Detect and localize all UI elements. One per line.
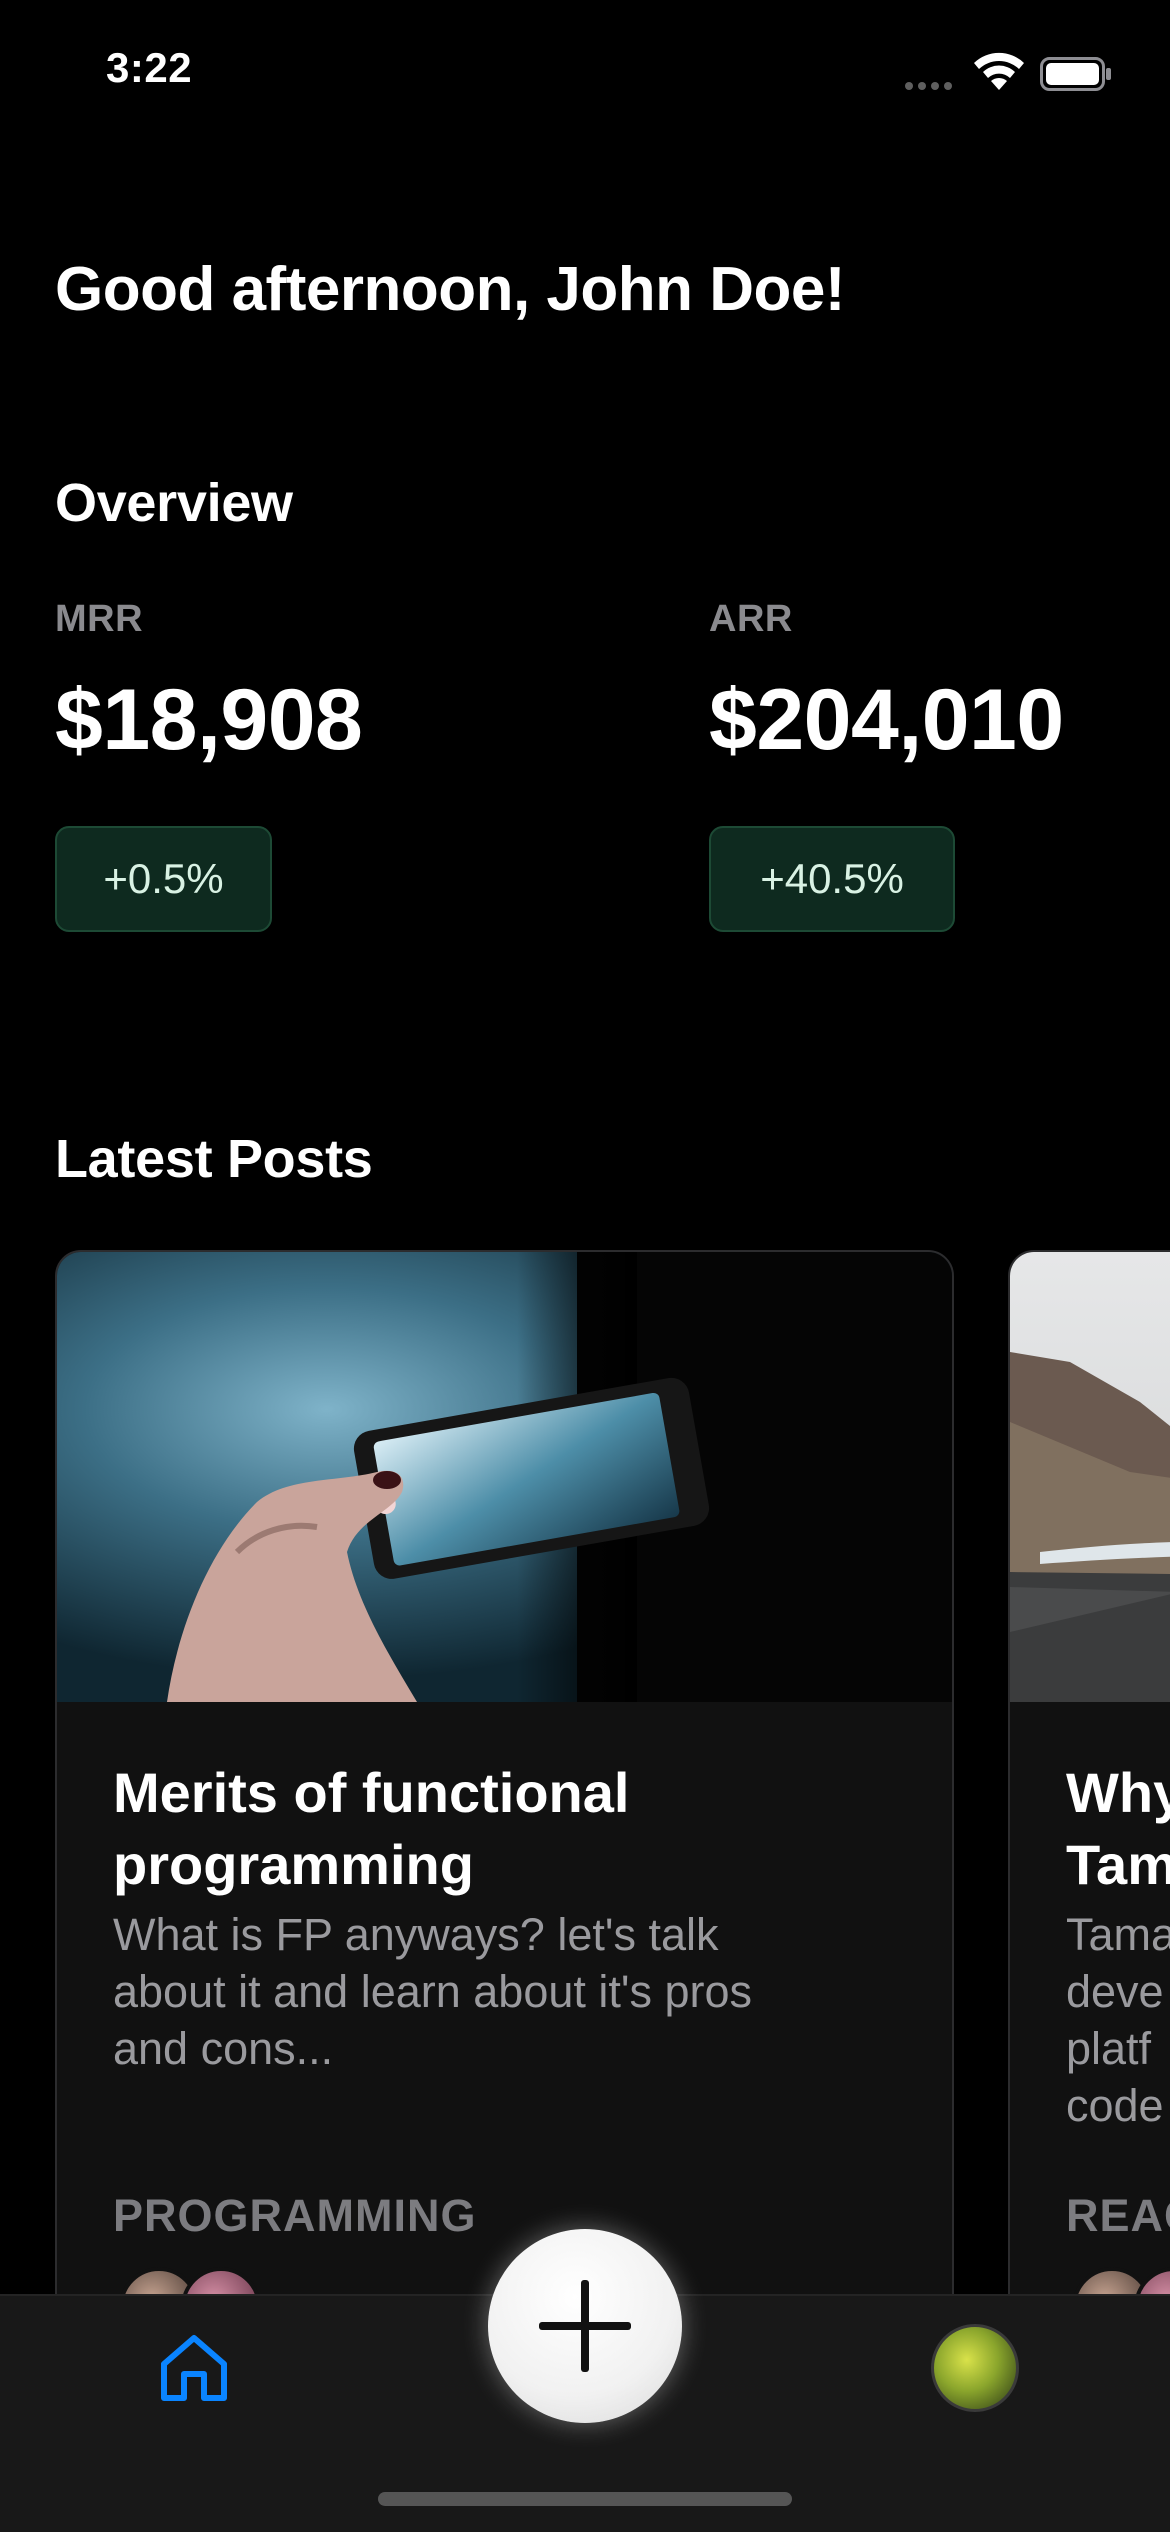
overview-title: Overview <box>55 473 293 533</box>
post-image-phone-photo <box>57 1252 952 1702</box>
status-time: 3:22 <box>106 44 193 91</box>
post-description: Tama deve platf code <box>1066 1909 1170 2131</box>
arr-value: $204,010 <box>709 672 1064 768</box>
post-title: Why Tam <box>1066 1761 1170 1896</box>
greeting-title: Good afternoon, John Doe! <box>55 255 846 324</box>
arr-label: ARR <box>709 598 793 640</box>
mrr-value: $18,908 <box>55 672 363 768</box>
home-icon[interactable] <box>158 2332 230 2404</box>
plus-icon <box>539 2280 631 2372</box>
mrr-metric: MRR $18,908 <box>55 598 363 770</box>
post-image-landscape-photo <box>1010 1252 1170 1702</box>
post-category-tag: REAC <box>1066 2190 1170 2241</box>
profile-avatar-tab[interactable] <box>931 2324 1019 2412</box>
screen: 3:22 Good afternoon, John Doe! Overview … <box>0 0 1170 2532</box>
home-indicator <box>378 2492 792 2506</box>
add-post-button[interactable] <box>488 2229 682 2423</box>
battery-icon <box>1040 57 1111 91</box>
arr-metric: ARR $204,010 <box>709 598 1064 770</box>
wifi-icon <box>974 52 1024 90</box>
post-title: Merits of functional programming <box>113 1761 630 1896</box>
post-category-tag: PROGRAMMING <box>113 2190 477 2241</box>
mrr-change-badge: +0.5% <box>55 826 272 932</box>
cellular-signal-icon <box>905 82 952 90</box>
latest-posts-title: Latest Posts <box>55 1129 373 1189</box>
arr-change-badge: +40.5% <box>709 826 955 932</box>
post-description: What is FP anyways? let's talk about it … <box>113 1909 753 2074</box>
mrr-label: MRR <box>55 598 144 640</box>
